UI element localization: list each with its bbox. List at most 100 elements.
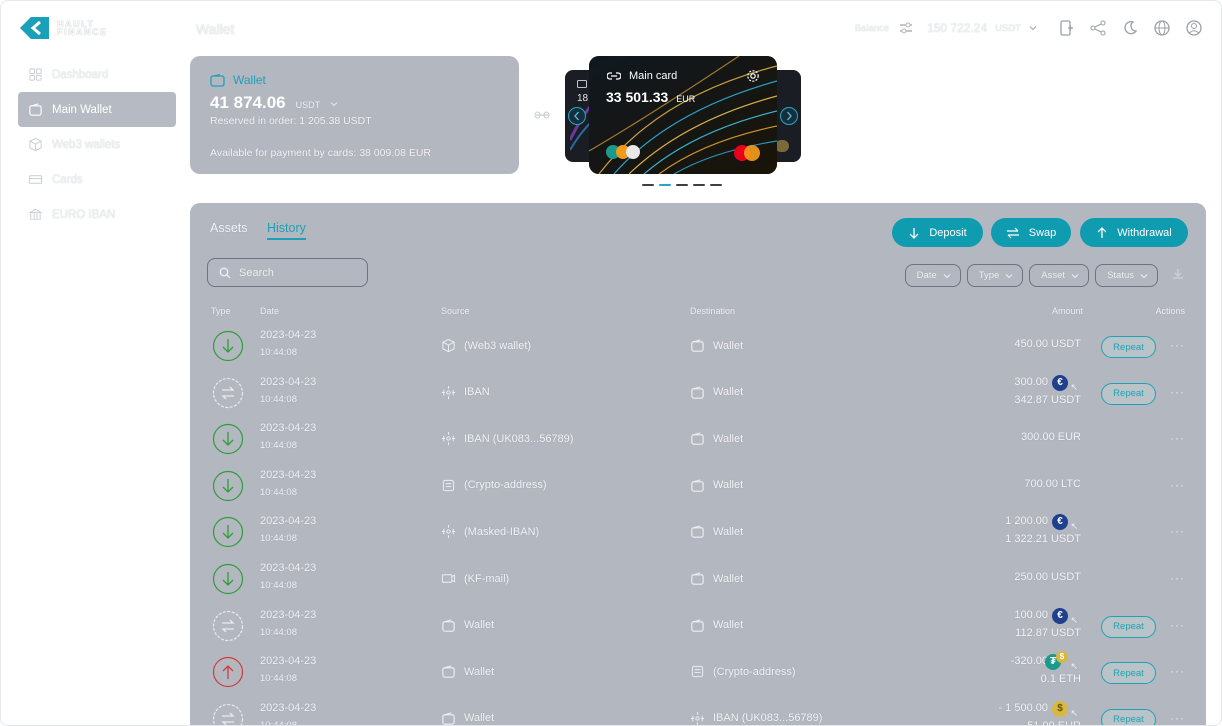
tab-history[interactable]: History bbox=[267, 221, 306, 240]
row-amount: 250.00 USDT bbox=[1014, 571, 1081, 583]
more-options-icon[interactable]: ··· bbox=[1170, 338, 1185, 352]
exchange-arrows-icon bbox=[212, 610, 244, 641]
filter-date[interactable]: Date bbox=[904, 264, 961, 287]
chevron-down-icon[interactable] bbox=[330, 100, 338, 108]
repeat-button[interactable]: Repeat bbox=[1101, 336, 1156, 358]
wallet-title: Wallet bbox=[233, 73, 266, 87]
repeat-button[interactable]: Repeat bbox=[1101, 662, 1156, 685]
search-input[interactable]: Search bbox=[207, 258, 368, 287]
more-options-icon[interactable]: ··· bbox=[1170, 664, 1185, 678]
moon-icon[interactable] bbox=[1121, 19, 1139, 37]
row-amount: 100.00 bbox=[1014, 608, 1048, 621]
tab-assets[interactable]: Assets bbox=[210, 221, 248, 235]
transaction-type bbox=[212, 656, 244, 688]
row-amount-converted: 342.87 USDT bbox=[1014, 393, 1081, 406]
col-amount: Amount bbox=[1051, 306, 1083, 316]
carousel-dot[interactable] bbox=[710, 184, 722, 186]
row-date: 2023-04-23 bbox=[260, 468, 317, 481]
swap-button[interactable]: Swap bbox=[991, 218, 1071, 247]
carousel-dot-active[interactable] bbox=[659, 184, 671, 186]
deposit-button[interactable]: Deposit bbox=[892, 218, 983, 247]
wallet-summary-panel: Wallet 41 874.06 USDT Reserved in order:… bbox=[190, 56, 519, 174]
sidebar-item-euro-iban[interactable]: EURO IBAN bbox=[18, 197, 176, 232]
table-row[interactable]: 2023-04-23 10:44:08 (Crypto-address) Wallet… bbox=[190, 463, 1206, 510]
carousel-dot[interactable] bbox=[642, 184, 654, 186]
withdraw-button[interactable]: Withdrawal bbox=[1080, 218, 1188, 247]
outgoing-arrow-icon bbox=[212, 657, 244, 688]
more-options-icon[interactable]: ··· bbox=[1170, 618, 1185, 632]
row-amount: 300.00 EUR bbox=[1021, 431, 1081, 444]
more-options-icon[interactable]: ··· bbox=[1170, 431, 1185, 445]
carousel-prev-button[interactable] bbox=[568, 107, 586, 125]
table-row[interactable]: 2023-04-23 10:44:08 Wallet IBAN (UK083...56… bbox=[190, 696, 1206, 725]
wallet-reserved: Reserved in order: 1 205.38 USDT bbox=[210, 115, 372, 127]
ethereum-coin-icon bbox=[626, 145, 640, 159]
cursor-icon: ↖ bbox=[1070, 707, 1078, 718]
row-amount: - 1 500.00 bbox=[998, 701, 1048, 714]
row-source: Wallet bbox=[441, 711, 494, 725]
swap-arrows-icon bbox=[1006, 227, 1019, 238]
filter-type[interactable]: Type bbox=[966, 264, 1024, 287]
wallet-icon bbox=[691, 572, 704, 585]
more-options-icon[interactable]: ··· bbox=[1170, 524, 1185, 538]
row-destination: Wallet bbox=[690, 524, 743, 539]
filter-asset[interactable]: Asset bbox=[1029, 264, 1090, 287]
balance-settings-icon[interactable] bbox=[897, 19, 915, 37]
dashboard-icon bbox=[29, 68, 42, 81]
wallet-icon bbox=[691, 432, 704, 445]
globe-icon[interactable] bbox=[1153, 19, 1171, 37]
table-row[interactable]: 2023-04-23 10:44:08 Wallet (Crypto-address)… bbox=[190, 649, 1206, 696]
table-row[interactable]: 2023-04-23 10:44:08 (Web3 wallet) Wallet 450… bbox=[190, 323, 1206, 370]
row-amount-converted: 1 322.21 USDT bbox=[1005, 533, 1081, 546]
more-options-icon[interactable]: ··· bbox=[1170, 711, 1185, 725]
add-device-icon[interactable] bbox=[1057, 19, 1075, 37]
col-type: Type bbox=[211, 306, 231, 316]
gold-coin-icon: $ bbox=[1056, 651, 1068, 664]
brand-line2: FINANCE bbox=[57, 27, 108, 37]
sidebar-item-cards[interactable]: Cards bbox=[18, 162, 176, 197]
more-options-icon[interactable]: ··· bbox=[1170, 571, 1185, 585]
row-source: Wallet bbox=[441, 618, 494, 633]
repeat-button[interactable]: Repeat bbox=[1101, 382, 1156, 405]
cursor-icon: ↖ bbox=[1070, 661, 1078, 672]
more-options-icon[interactable]: ··· bbox=[1170, 478, 1185, 492]
filter-status[interactable]: Status bbox=[1095, 264, 1158, 287]
row-time: 10:44:08 bbox=[260, 393, 297, 405]
table-row[interactable]: 2023-04-23 10:44:08 (Masked-IBAN) Wallet 1 2… bbox=[190, 509, 1206, 556]
sidebar-nav: Dashboard Main Wallet Web3 wallets Cards EUR… bbox=[18, 57, 176, 232]
sidebar-item-main-wallet[interactable]: Main Wallet bbox=[18, 92, 176, 127]
row-time: 10:44:08 bbox=[260, 486, 297, 498]
sidebar-item-web3-wallets[interactable]: Web3 wallets bbox=[18, 127, 176, 162]
more-options-icon[interactable]: ··· bbox=[1170, 385, 1185, 399]
carousel-next-button[interactable] bbox=[780, 107, 798, 125]
chevron-down-icon[interactable] bbox=[1029, 24, 1037, 32]
wallet-icon bbox=[442, 712, 455, 725]
row-destination: Wallet bbox=[690, 571, 743, 586]
carousel-dot[interactable] bbox=[676, 184, 688, 186]
row-date: 2023-04-23 bbox=[260, 375, 317, 388]
sidebar-item-dashboard[interactable]: Dashboard bbox=[18, 57, 176, 92]
card-settings-gear-icon[interactable] bbox=[746, 69, 760, 83]
carousel-dot[interactable] bbox=[693, 184, 705, 186]
user-icon[interactable] bbox=[1185, 19, 1203, 37]
wallet-currency[interactable]: USDT bbox=[296, 100, 321, 110]
wallet-icon bbox=[442, 665, 455, 678]
repeat-button[interactable]: Repeat bbox=[1101, 615, 1156, 638]
main-card[interactable]: Main card 33 501.33 EUR bbox=[589, 56, 777, 174]
row-amount: 700.00 LTC bbox=[1024, 477, 1081, 490]
row-amount-converted: 112.87 USDT bbox=[1015, 626, 1081, 639]
share-icon[interactable] bbox=[1089, 19, 1107, 37]
repeat-button[interactable]: Repeat bbox=[1101, 708, 1156, 725]
table-row[interactable]: 2023-04-23 10:44:08 IBAN (UK083...56789) Wa… bbox=[190, 416, 1206, 463]
wallet-icon bbox=[442, 619, 455, 632]
euro-coin-icon: € bbox=[1052, 374, 1068, 391]
balance-currency[interactable]: USDT bbox=[995, 23, 1021, 34]
table-row[interactable]: 2023-04-23 10:44:08 (KF-mail) Wallet 250.00 … bbox=[190, 556, 1206, 603]
row-time: 10:44:08 bbox=[260, 626, 297, 638]
download-icon[interactable] bbox=[1172, 267, 1184, 285]
brand-logo[interactable]: HAULT FINANCE bbox=[20, 17, 108, 39]
table-row[interactable]: 2023-04-23 10:44:08 IBAN Wallet 300.00 € ↖ 342.… bbox=[190, 370, 1206, 417]
table-row[interactable]: 2023-04-23 10:44:08 Wallet Wallet 100.00 € ↖ 11… bbox=[190, 603, 1206, 650]
chevron-down-icon bbox=[1005, 273, 1013, 278]
transaction-type bbox=[212, 563, 244, 595]
